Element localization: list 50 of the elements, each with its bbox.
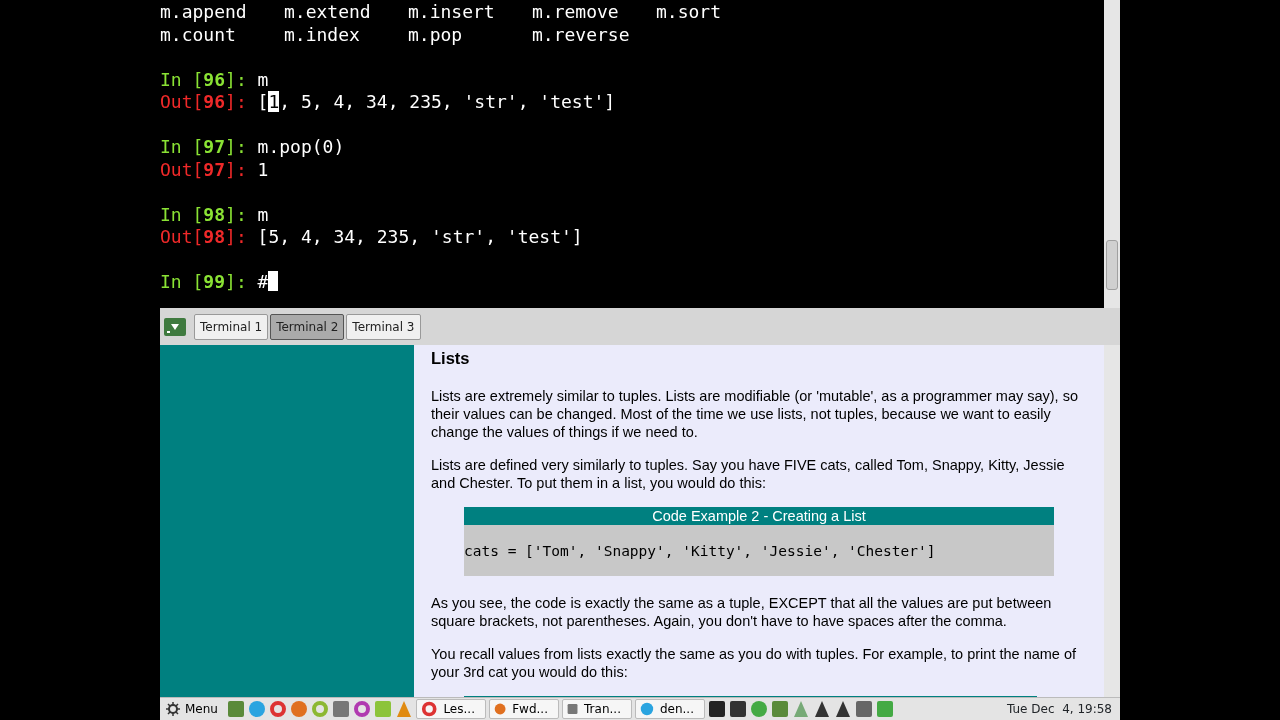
scrollbar-thumb[interactable]	[1106, 240, 1118, 290]
output-prompt: Out[96]:	[160, 91, 247, 112]
round-icon[interactable]	[247, 700, 266, 718]
terminal-tab[interactable]: Terminal 3	[346, 313, 421, 340]
taskbar-window-button[interactable]: Fwd...	[488, 699, 559, 719]
input-prompt: In [97]:	[160, 136, 247, 157]
paragraph: You recall values from lists exactly the same as you do with tuples. For example, to print the name of your 3rd cat you would do this:	[431, 644, 1078, 681]
ring-icon	[420, 700, 438, 718]
completion-text: m.index	[284, 23, 361, 46]
taskbar-window-button[interactable]: Tran...	[561, 699, 632, 719]
paragraph: As you see, the code is exactly the same as a tuple, EXCEPT that all the values are put between square brackets, not parentheses. Again, you don't have to have spaces after the comma.	[431, 593, 1053, 630]
input-code: m	[257, 203, 269, 225]
completion-text: m.sort	[656, 1, 723, 24]
output-text: [1, 5, 4, 34, 235, 'str', 'test']	[257, 91, 616, 112]
output-prompt: Out[97]:	[160, 158, 247, 180]
terminal-tab[interactable]: Terminal 1	[194, 313, 269, 340]
terminal-tab[interactable]: Terminal 2	[270, 313, 345, 340]
gear-icon	[166, 702, 180, 716]
output-text: [5, 4, 34, 235, 'str', 'test']	[257, 226, 583, 247]
code-text: cats = ['Tom', 'Snappy', 'Kitty', 'Jessie', 'Chester']	[464, 542, 936, 559]
paragraph: Lists are defined very similarly to tuples. Say you have FIVE cats, called Tom, Snappy, Kitty, Jessie and Chester. To put them in a list, you would do this:	[431, 455, 1066, 492]
input-code: #	[257, 271, 269, 292]
output-prompt: Out[98]:	[160, 226, 247, 247]
completion-text: m.extend	[284, 1, 372, 24]
scrollbar[interactable]	[1104, 345, 1120, 697]
completion-text: m.insert	[408, 1, 496, 24]
input-prompt: In [96]:	[160, 68, 247, 90]
output-text: 1	[257, 158, 269, 180]
section-heading: Lists	[431, 349, 471, 369]
input-prompt: In [99]:	[160, 271, 247, 292]
clock[interactable]: Tue Dec 4, 19:58	[1007, 700, 1116, 718]
completion-text: m.count	[160, 23, 237, 46]
cone-icon[interactable]	[394, 700, 413, 718]
input-code: m.pop(0)	[257, 136, 345, 157]
input-code: m	[257, 68, 269, 90]
completion-text: m.remove	[532, 1, 620, 24]
round-icon	[639, 700, 654, 718]
code-example-title: Code Example 2 - Creating a List	[464, 506, 1054, 525]
input-prompt: In [98]:	[160, 203, 247, 225]
menu-button[interactable]: Menu	[164, 700, 224, 718]
ring-icon[interactable]	[268, 700, 287, 718]
paragraph: Lists are extremely similar to tuples. Lists are modifiable (or 'mutable', as a programmer may say), so their values can be changed. Most of the time we use lists, not tuples, because we want to easily change the values of things if we need to.	[431, 386, 1079, 441]
stop-icon[interactable]	[728, 700, 747, 718]
taskbar-window-button[interactable]: Les...	[415, 699, 486, 719]
ring-icon[interactable]	[352, 700, 371, 718]
completion-text: m.append	[160, 1, 248, 24]
completion-text: m.pop	[408, 23, 464, 46]
completion-text: m.reverse	[532, 23, 631, 46]
taskbar-window-button[interactable]: den...	[634, 699, 705, 719]
scrollbar[interactable]	[1104, 0, 1120, 308]
